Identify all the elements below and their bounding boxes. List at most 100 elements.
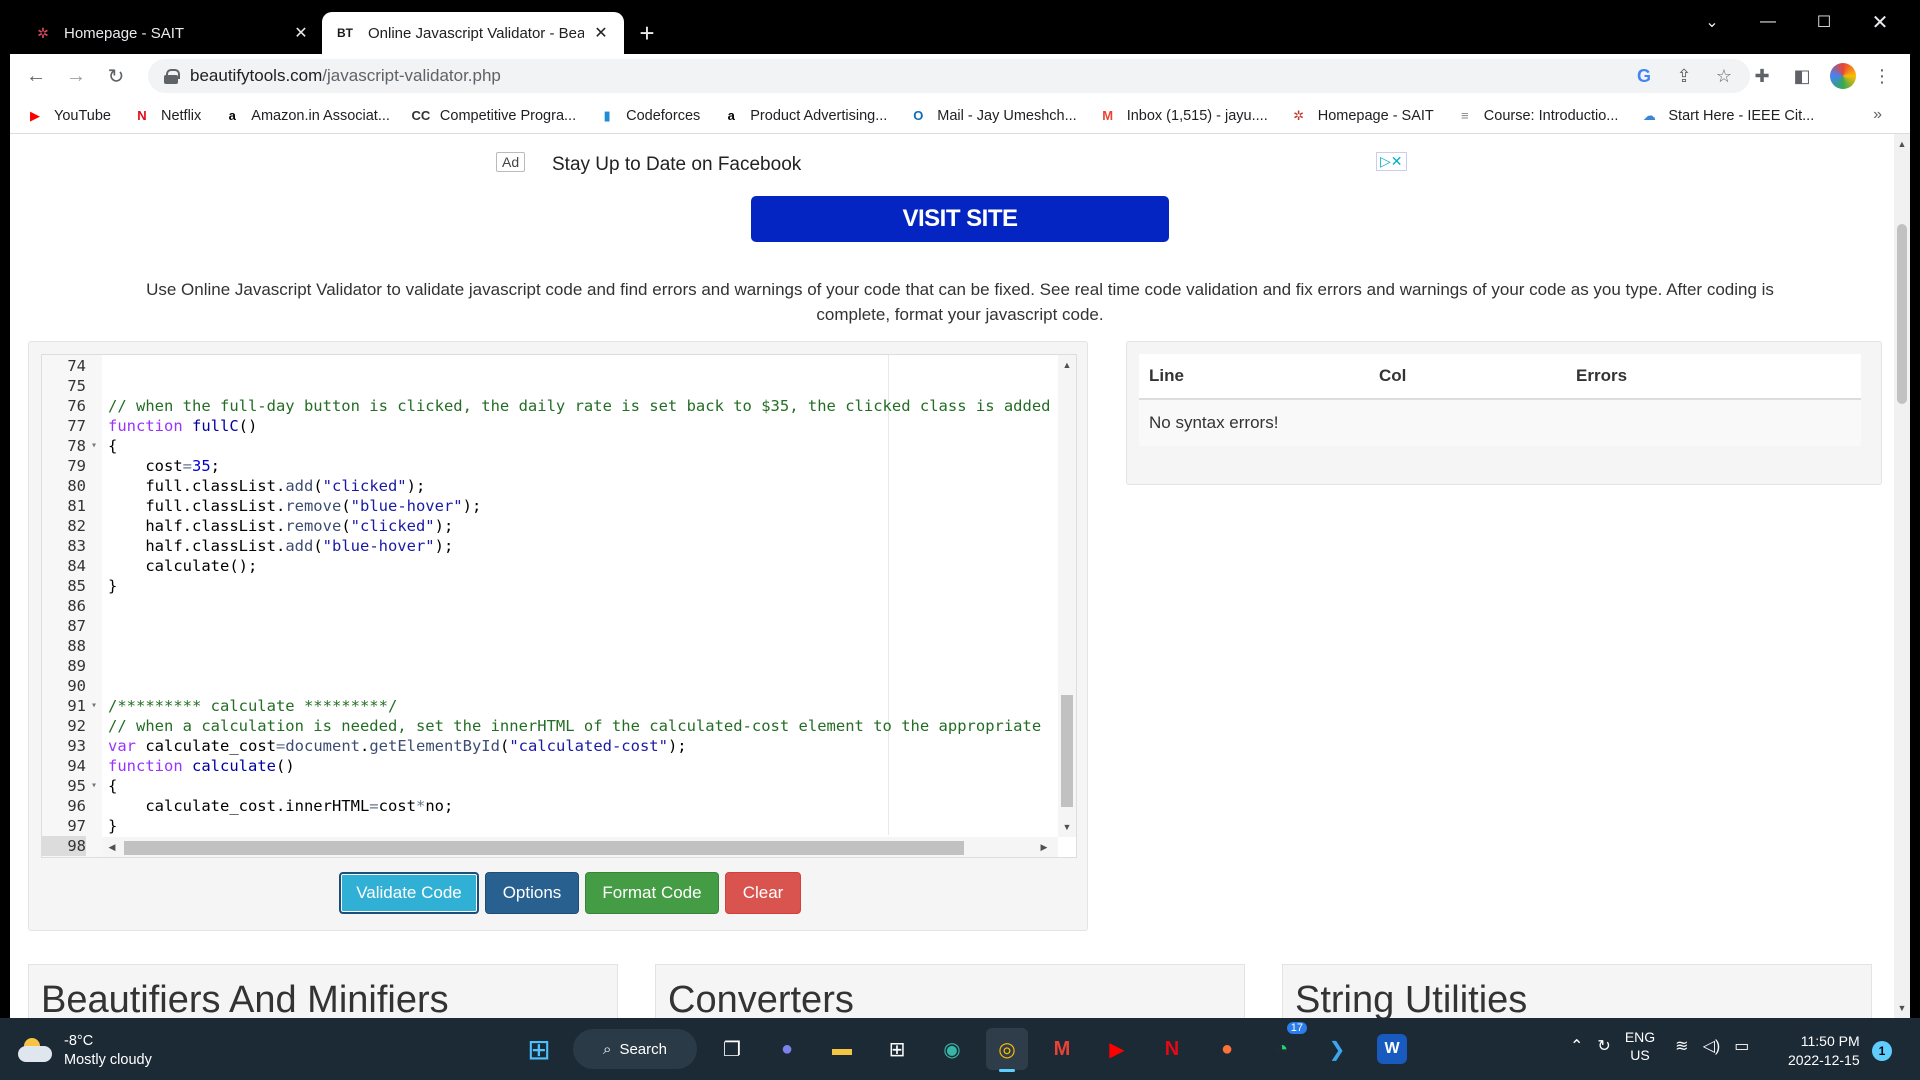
tab-search-icon[interactable]: ⌄ [1684,4,1740,40]
code-text[interactable]: calculate_cost.innerHTML=cost*no; [102,796,453,816]
sync-icon[interactable]: ↻ [1597,1036,1610,1056]
clock[interactable]: 11:50 PM 2022-12-15 [1788,1032,1860,1070]
code-line[interactable]: 75 [42,376,1058,396]
minimize-button[interactable]: — [1740,4,1796,40]
more-bookmarks-icon[interactable]: » [1873,106,1882,124]
code-text[interactable]: { [102,436,117,456]
bookmark-item[interactable]: ☁ Start Here - IEEE Cit... [1640,108,1814,124]
back-icon[interactable]: ← [20,60,52,92]
volume-icon[interactable]: ◁) [1703,1036,1721,1056]
scroll-up-icon[interactable]: ▲ [1894,136,1910,152]
bookmark-star-icon[interactable]: ☆ [1712,64,1736,88]
file-explorer-icon[interactable]: ▬ [821,1028,863,1070]
code-text[interactable] [102,616,108,636]
task-view-icon[interactable]: ❐ [711,1028,753,1070]
microsoft-store-icon[interactable]: ⊞ [876,1028,918,1070]
teams-chat-icon[interactable]: ● [766,1028,808,1070]
scrollbar-thumb[interactable] [1061,695,1073,807]
code-text[interactable] [102,676,108,696]
battery-icon[interactable]: ▭ [1734,1036,1749,1056]
lock-icon[interactable] [164,69,180,84]
code-line[interactable]: 80 full.classList.add("clicked"); [42,476,1058,496]
code-line[interactable]: 83 half.classList.add("blue-hover"); [42,536,1058,556]
chevron-up-icon[interactable]: ⌃ [1570,1036,1583,1056]
tab-js-validator[interactable]: BT Online Javascript Validator - Beautif… [322,12,624,54]
code-line[interactable]: 90 [42,676,1058,696]
reload-icon[interactable]: ↻ [100,60,132,92]
code-line[interactable]: 96 calculate_cost.innerHTML=cost*no; [42,796,1058,816]
code-text[interactable] [102,376,108,396]
code-text[interactable]: function fullC() [102,416,257,436]
code-line[interactable]: 85} [42,576,1058,596]
bookmark-item[interactable]: a Product Advertising... [722,108,888,124]
card-title[interactable]: Beautifiers And Minifiers [41,979,449,1018]
code-line[interactable]: 77 function fullC() [42,416,1058,436]
bookmark-item[interactable]: N Netflix [133,108,201,124]
code-text[interactable]: // when the full-day button is clicked, … [102,396,1051,416]
scroll-right-icon[interactable]: ▶ [1036,839,1052,855]
firefox-icon[interactable]: ● [1206,1028,1248,1070]
code-line[interactable]: 79 cost=35; [42,456,1058,476]
code-editor[interactable]: 74 75 76 // when the full-day button is cli… [41,354,1077,858]
clear-button[interactable]: Clear [725,872,801,914]
word-icon[interactable]: W [1377,1034,1407,1064]
taskbar-search[interactable]: ⌕ Search [573,1029,697,1069]
code-text[interactable]: /********* calculate *********/ [102,696,397,716]
bookmark-item[interactable]: ✲ Homepage - SAIT [1290,108,1434,124]
netflix-icon[interactable]: N [1151,1028,1193,1070]
weather-widget[interactable]: -8°C Mostly cloudy [18,1032,152,1070]
card-title[interactable]: Converters [668,979,854,1018]
gmail-icon[interactable]: M [1041,1028,1083,1070]
code-line[interactable]: 82 half.classList.remove("clicked"); [42,516,1058,536]
code-text[interactable]: { [102,776,117,796]
editor-vertical-scrollbar[interactable]: ▲ ▼ [1058,355,1076,837]
code-text[interactable] [102,596,108,616]
code-line[interactable]: 86 [42,596,1058,616]
notification-badge[interactable]: 1 [1872,1041,1892,1061]
vscode-icon[interactable]: ❯ [1316,1028,1358,1070]
bookmark-item[interactable]: O Mail - Jay Umeshch... [909,108,1076,124]
ad-banner[interactable]: Ad Stay Up to Date on Facebook ▷✕ [496,152,1416,180]
bookmark-item[interactable]: a Amazon.in Associat... [223,108,390,124]
scroll-down-icon[interactable]: ▼ [1059,819,1075,835]
scroll-down-icon[interactable]: ▼ [1894,1000,1910,1016]
bookmark-item[interactable]: ▮ Codeforces [598,108,701,124]
wifi-icon[interactable]: ≋ [1675,1036,1688,1056]
bookmark-item[interactable]: ▶ YouTube [26,108,111,124]
extensions-icon[interactable]: ✚ [1750,64,1774,88]
card-converters[interactable]: Converters [655,964,1245,1018]
fold-toggle-icon[interactable]: ▾ [86,776,102,796]
format-code-button[interactable]: Format Code [585,872,719,914]
whatsapp-icon[interactable]: ◔ 17 [1261,1022,1307,1070]
side-panel-icon[interactable]: ◧ [1790,64,1814,88]
scroll-left-icon[interactable]: ◀ [104,839,120,855]
options-button[interactable]: Options [485,872,579,914]
code-line[interactable]: 94 function calculate() [42,756,1058,776]
card-beautifiers[interactable]: Beautifiers And Minifiers [28,964,618,1018]
code-lines[interactable]: 74 75 76 // when the full-day button is cli… [42,356,1058,856]
language-indicator[interactable]: ENG US [1625,1028,1655,1064]
code-text[interactable]: // when a calculation is needed, set the… [102,716,1041,736]
code-text[interactable]: } [102,576,117,596]
card-title[interactable]: String Utilities [1295,979,1527,1018]
scrollbar-thumb[interactable] [1897,224,1907,404]
code-text[interactable] [102,636,108,656]
code-line[interactable]: 92 // when a calculation is needed, set t… [42,716,1058,736]
visit-site-button[interactable]: VISIT SITE [751,196,1169,242]
code-text[interactable]: calculate(); [102,556,257,576]
google-icon[interactable]: G [1632,64,1656,88]
fold-toggle-icon[interactable]: ▾ [86,696,102,716]
address-bar[interactable]: beautifytools.com/javascript-validator.p… [148,59,1750,93]
code-line[interactable]: 91 ▾/********* calculate *********/ [42,696,1058,716]
close-tab-icon[interactable]: ✕ [290,22,312,44]
editor-horizontal-scrollbar[interactable]: ◀ ▶ [102,837,1058,857]
fold-toggle-icon[interactable]: ▾ [86,436,102,456]
code-text[interactable]: full.classList.remove("blue-hover"); [102,496,481,516]
close-tab-icon[interactable]: ✕ [590,22,612,44]
code-line[interactable]: 81 full.classList.remove("blue-hover"); [42,496,1058,516]
profile-avatar[interactable] [1830,63,1856,89]
code-line[interactable]: 88 [42,636,1058,656]
tab-sait[interactable]: ✲ Homepage - SAIT ✕ [22,12,324,54]
bookmark-item[interactable]: ≡ Course: Introductio... [1456,108,1618,124]
url-text[interactable]: beautifytools.com/javascript-validator.p… [190,66,501,86]
